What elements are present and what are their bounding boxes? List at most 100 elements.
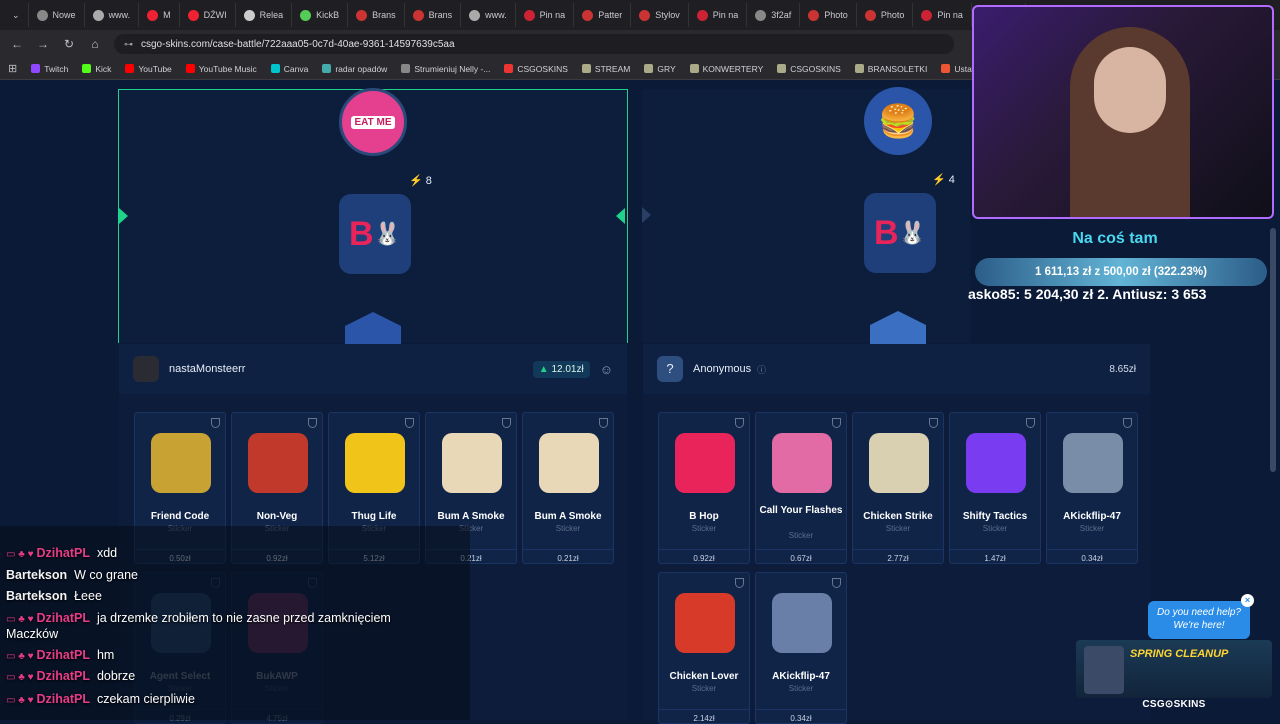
bookmark-item[interactable]: Strumieniuj Nelly -...: [401, 64, 490, 74]
shield-icon[interactable]: [502, 418, 511, 428]
tab-menu-icon[interactable]: ⌄: [4, 3, 29, 27]
item-name: B Hop: [689, 511, 719, 522]
address-bar[interactable]: ⊶ csgo-skins.com/case-battle/722aaa05-0c…: [114, 34, 954, 54]
brand-logo: CSG⊙SKINS: [1142, 699, 1206, 710]
tab-favicon-icon: [639, 9, 651, 21]
reel-pointer-left-icon: [642, 207, 651, 223]
item-card[interactable]: Shifty Tactics Sticker 1.47zł: [949, 412, 1041, 564]
shield-icon[interactable]: [1026, 418, 1035, 428]
close-help-icon[interactable]: ×: [1241, 594, 1254, 607]
browser-tab[interactable]: www.: [85, 3, 140, 27]
bookmark-item[interactable]: Kick: [82, 64, 111, 74]
item-card[interactable]: B Hop Sticker 0.92zł: [658, 412, 750, 564]
shield-icon[interactable]: [1123, 418, 1132, 428]
apps-grid-icon[interactable]: ⊞: [8, 62, 17, 75]
item-type: Sticker: [1079, 524, 1105, 533]
chat-text: W co grane: [74, 568, 139, 582]
emoji-icon[interactable]: ☺: [600, 362, 613, 377]
browser-tab[interactable]: Brans: [405, 3, 462, 27]
item-card[interactable]: AKickflip-47 Sticker 0.34zł: [1046, 412, 1138, 564]
bookmark-item[interactable]: STREAM: [581, 64, 630, 74]
bookmark-label: YouTube Music: [198, 63, 257, 74]
bookmark-item[interactable]: Twitch: [31, 64, 68, 74]
shield-icon[interactable]: [599, 418, 608, 428]
item-card[interactable]: Bum A Smoke Sticker 0.21zł: [522, 412, 614, 564]
browser-tab[interactable]: Pin na: [913, 3, 972, 27]
browser-tab[interactable]: KickB: [292, 3, 349, 27]
browser-tab[interactable]: Nowe: [29, 3, 85, 27]
item-card[interactable]: Chicken Lover Sticker 2.14zł: [658, 572, 750, 724]
bookmark-item[interactable]: YouTube: [125, 64, 172, 74]
home-icon[interactable]: ⌂: [88, 37, 102, 51]
browser-tab[interactable]: Stylov: [631, 3, 689, 27]
sticker-image: [1063, 433, 1123, 493]
reload-icon[interactable]: ↻: [62, 37, 76, 51]
browser-tab[interactable]: Relea: [236, 3, 293, 27]
bookmark-icon: [31, 64, 41, 73]
bookmark-item[interactable]: radar opadów: [322, 64, 387, 74]
shield-icon[interactable]: [308, 418, 317, 428]
info-icon[interactable]: ⓘ: [757, 363, 766, 376]
bookmark-item[interactable]: CSGOSKINS: [504, 64, 568, 74]
shield-icon[interactable]: [832, 578, 841, 588]
browser-tab[interactable]: Pin na: [516, 3, 575, 27]
badge-icon: ▭ ♣ ♥: [6, 672, 34, 683]
bookmark-icon: [185, 64, 195, 73]
player2-total: 8.65zł: [1109, 363, 1136, 375]
item-name: Thug Life: [351, 511, 397, 522]
tab-favicon-icon: [243, 9, 255, 21]
bookmark-item[interactable]: Canva: [270, 63, 309, 74]
browser-tab[interactable]: 3f2af: [747, 3, 801, 27]
item-card[interactable]: Chicken Strike Sticker 2.77zł: [852, 412, 944, 564]
player1-name: nastaMonsteerr: [169, 363, 246, 375]
back-icon[interactable]: ←: [10, 37, 24, 51]
bookmark-item[interactable]: GRY: [644, 64, 676, 74]
browser-tab[interactable]: Pin na: [689, 3, 748, 27]
chat-message: ▭ ♣ ♥ DzihatPL xdd: [6, 546, 117, 560]
help-bubble[interactable]: Do you need help? We're here!: [1148, 601, 1250, 639]
chat-message: ▭ ♣ ♥ DzihatPL hm: [6, 648, 114, 662]
shield-icon[interactable]: [832, 418, 841, 428]
bookmark-icon: [125, 64, 135, 73]
item-card[interactable]: AKickflip-47 Sticker 0.34zł: [755, 572, 847, 724]
tab-label: M: [163, 10, 171, 20]
browser-tab[interactable]: M: [139, 3, 180, 27]
forward-icon[interactable]: →: [36, 37, 50, 51]
promo-banner[interactable]: SPRING CLEANUP: [1076, 640, 1272, 698]
bookmark-icon: [270, 64, 280, 73]
browser-tab[interactable]: Patter: [574, 3, 632, 27]
bookmark-label: Canva: [283, 63, 309, 74]
bookmark-label: Twitch: [44, 63, 69, 74]
shield-icon[interactable]: [211, 418, 220, 428]
bookmark-item[interactable]: KONWERTERY: [689, 63, 764, 74]
item-name: Call Your Flashes: [759, 505, 843, 516]
sticker-image: [151, 433, 211, 493]
shield-icon[interactable]: [735, 578, 744, 588]
site-info-icon[interactable]: ⊶: [124, 39, 133, 50]
tab-favicon-icon: [921, 9, 933, 21]
left-reel: EAT ME ⚡ 8 B 🐰: [118, 88, 628, 368]
tab-label: Pin na: [937, 10, 963, 20]
item-card[interactable]: Call Your Flashes Sticker 0.67zł: [755, 412, 847, 564]
tab-favicon-icon: [808, 9, 820, 21]
browser-tab[interactable]: www.: [461, 3, 516, 27]
player1-total: ▲ 12.01zł: [532, 360, 590, 378]
bookmark-item[interactable]: CSGOSKINS: [777, 64, 841, 74]
item-name: Shifty Tactics: [962, 511, 1028, 522]
shield-icon[interactable]: [929, 418, 938, 428]
bookmark-item[interactable]: YouTube Music: [185, 63, 257, 74]
chat-username: DzihatPL: [36, 692, 90, 706]
sticker-image: [966, 433, 1026, 493]
shield-icon[interactable]: [735, 418, 744, 428]
bookmark-label: KONWERTERY: [702, 63, 764, 74]
tab-label: Nowe: [52, 10, 76, 20]
browser-tab[interactable]: DŹWI: [180, 3, 236, 27]
player1-bar: nastaMonsteerr ▲ 12.01zł ☺: [119, 344, 627, 394]
browser-tab[interactable]: Photo: [800, 3, 857, 27]
bookmark-item[interactable]: BRANSOLETKI: [854, 64, 927, 74]
browser-tab[interactable]: Brans: [348, 3, 405, 27]
page-scrollbar[interactable]: [1270, 228, 1276, 472]
browser-tab[interactable]: Photo: [857, 3, 914, 27]
reel-pointer-right-icon: [616, 208, 625, 224]
shield-icon[interactable]: [405, 418, 414, 428]
